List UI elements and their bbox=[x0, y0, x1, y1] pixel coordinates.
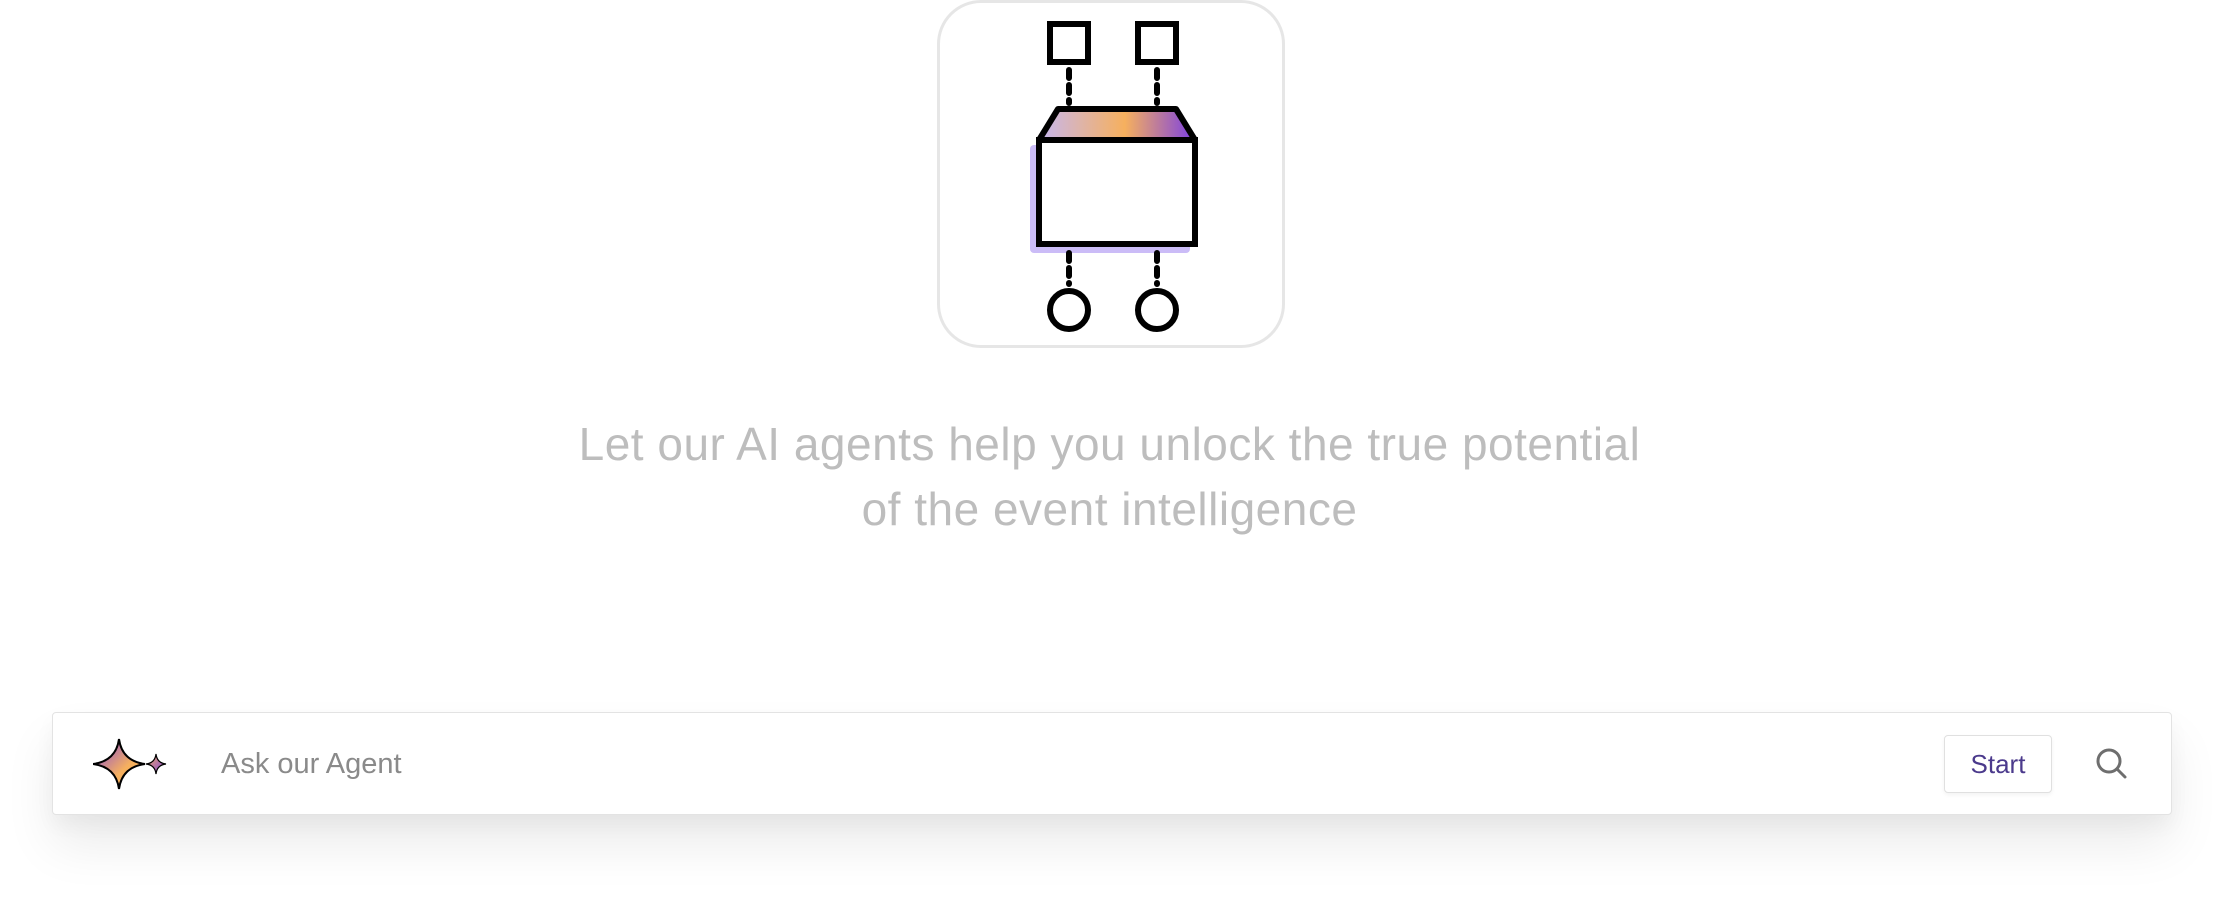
search-icon[interactable] bbox=[2091, 743, 2133, 785]
page: Let our AI agents help you unlock the tr… bbox=[0, 0, 2219, 914]
tagline: Let our AI agents help you unlock the tr… bbox=[0, 412, 2219, 542]
tagline-line-2: of the event intelligence bbox=[861, 483, 1358, 535]
ask-agent-input[interactable] bbox=[221, 739, 1921, 789]
sparkle-icon bbox=[92, 735, 173, 800]
hero-illustration-card bbox=[937, 0, 1285, 348]
agent-circuit-box-icon bbox=[1030, 21, 1198, 332]
tagline-line-1: Let our AI agents help you unlock the tr… bbox=[578, 418, 1641, 470]
start-button[interactable]: Start bbox=[1944, 735, 2052, 793]
ask-agent-bar: Start bbox=[52, 712, 2172, 815]
